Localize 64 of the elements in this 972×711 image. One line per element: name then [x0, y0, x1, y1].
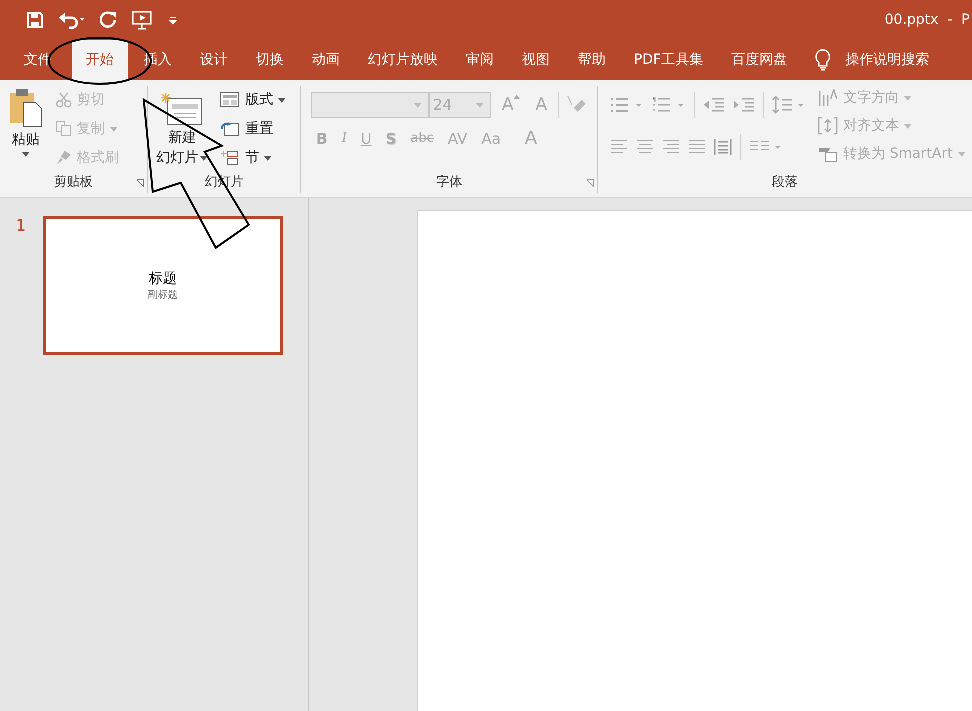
lightbulb-icon[interactable] [815, 49, 832, 71]
ribbon-tab[interactable]: 百度网盘 [717, 40, 802, 80]
align-left-icon[interactable] [610, 140, 628, 154]
copy-icon [56, 121, 72, 137]
align-center-icon[interactable] [636, 140, 654, 154]
caret-icon [414, 102, 422, 108]
reset-slide-icon [220, 121, 240, 137]
smartart-icon [818, 145, 838, 163]
ribbon-tab[interactable]: 审阅 [452, 40, 508, 80]
save-icon[interactable] [26, 11, 44, 29]
increase-indent-icon[interactable] [733, 97, 756, 113]
section-icon [220, 150, 240, 166]
slide-thumbnail[interactable]: 标题 副标题 [43, 216, 283, 355]
group-label: 段落 [772, 174, 798, 191]
text-direction-icon [818, 89, 838, 107]
layout-icon [220, 92, 240, 108]
bullets-icon[interactable] [610, 97, 644, 113]
group-label: 剪贴板 [54, 174, 94, 191]
ribbon-tab[interactable]: 幻灯片放映 [354, 40, 452, 80]
slide-action[interactable]: 节 [218, 146, 288, 170]
caret-icon [200, 156, 208, 160]
line-spacing-icon[interactable] [772, 96, 806, 114]
clipboard-icon [8, 88, 44, 128]
caret-icon [476, 102, 484, 108]
distributed-icon[interactable] [714, 138, 732, 156]
redo-icon[interactable] [100, 11, 118, 29]
slide-action[interactable]: 版式 [218, 88, 288, 112]
decrease-indent-icon[interactable] [703, 97, 726, 113]
slide-action[interactable]: 重置 [218, 117, 288, 141]
ribbon-tab[interactable]: 视图 [508, 40, 564, 80]
paste-button[interactable]: 粘贴 [4, 86, 48, 171]
new-slide-button[interactable]: 新建 幻灯片 [152, 86, 212, 171]
dialog-launcher-icon[interactable] [586, 179, 596, 188]
paintbrush-icon [56, 150, 72, 166]
ribbon-tab[interactable]: 帮助 [564, 40, 620, 80]
slide-number: 1 [15, 216, 28, 235]
ribbon-tab[interactable]: 切换 [242, 40, 298, 80]
align-right-icon[interactable] [662, 140, 680, 154]
group-label: 字体 [436, 174, 462, 191]
align-text-icon [818, 117, 838, 135]
caret-icon [958, 152, 966, 156]
caret-icon [264, 156, 272, 160]
slideshow-icon[interactable] [132, 10, 154, 30]
caret-icon [110, 126, 118, 132]
caret-icon [904, 96, 912, 100]
ribbon-tab[interactable]: PDF工具集 [620, 40, 718, 80]
ribbon-tab[interactable]: 开始 [72, 40, 128, 80]
slide-subtitle: 副标题 [148, 288, 178, 302]
customize-caret-icon[interactable] [168, 15, 178, 25]
ribbon-tab[interactable]: 设计 [186, 40, 242, 80]
numbering-icon[interactable] [652, 97, 686, 113]
dialog-launcher-icon[interactable] [136, 179, 146, 188]
slide-title: 标题 [149, 270, 177, 288]
caret-up-icon [514, 95, 520, 99]
caret-icon [22, 152, 30, 157]
undo-icon[interactable] [58, 11, 86, 29]
new-slide-icon [160, 92, 204, 128]
caret-icon [278, 98, 286, 102]
window-title: 00.pptx - P [884, 12, 971, 28]
tell-me-search[interactable]: 操作说明搜索 [845, 51, 930, 69]
caret-icon [904, 124, 912, 128]
ribbon-tab[interactable]: 动画 [298, 40, 354, 80]
scissors-icon [56, 92, 72, 108]
justify-icon[interactable] [688, 140, 706, 154]
